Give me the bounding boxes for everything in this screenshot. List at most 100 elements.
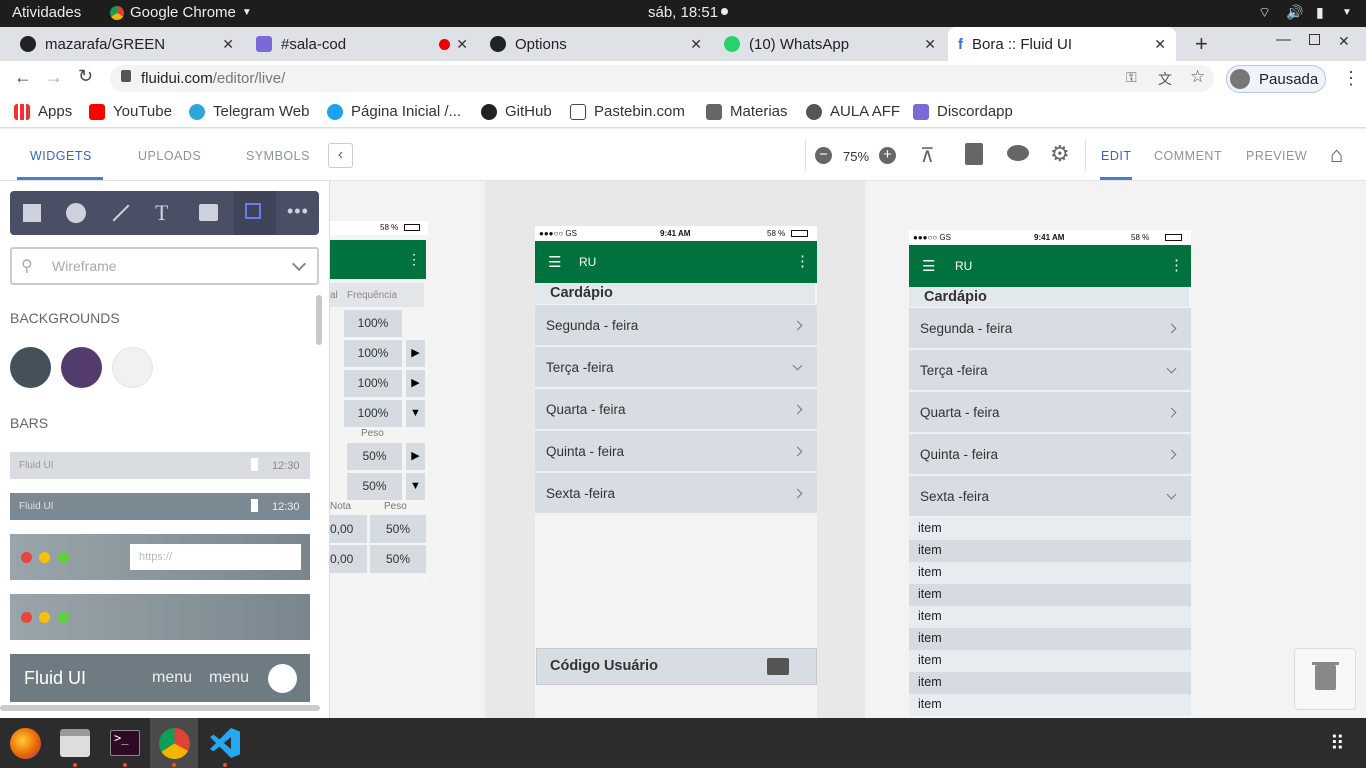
collapse-panel-button[interactable]: ‹ — [328, 143, 353, 168]
close-icon[interactable]: ✕ — [222, 36, 234, 53]
day-row-quarta[interactable]: Quarta - feira — [909, 392, 1191, 434]
tab-edit[interactable]: EDIT — [1101, 149, 1131, 163]
image-tool-icon[interactable] — [199, 204, 218, 221]
bookmark-apps[interactable]: Apps — [14, 103, 72, 120]
tab-options[interactable]: Options ✕ — [490, 27, 702, 61]
more-tools-icon[interactable]: ••• — [287, 201, 309, 222]
bar-widget-light[interactable]: Fluid UI 12:30 — [10, 452, 310, 479]
zoom-out-button[interactable]: − — [815, 147, 832, 164]
tab-sala-cod[interactable]: #sala-cod ✕ — [256, 27, 468, 61]
tab-comment[interactable]: COMMENT — [1154, 149, 1222, 163]
circle-tool-icon[interactable] — [66, 203, 86, 223]
kebab-menu-icon[interactable]: ⋮ — [407, 251, 421, 268]
firefox-icon[interactable] — [10, 728, 41, 759]
sheep-icon[interactable] — [1007, 145, 1029, 161]
hamburger-menu-icon[interactable]: ☰ — [922, 257, 935, 275]
app-menu[interactable]: Google Chrome ▼ — [110, 4, 252, 21]
tab-widgets[interactable]: WIDGETS — [30, 149, 92, 163]
battery-icon[interactable]: ▮ — [1316, 4, 1324, 21]
maximize-button[interactable] — [1309, 34, 1320, 45]
system-menu-chevron-icon[interactable]: ▼ — [1342, 7, 1352, 18]
new-tab-button[interactable]: + — [1195, 31, 1208, 57]
browser-bar-widget[interactable]: https:// — [10, 534, 310, 580]
kebab-menu-icon[interactable]: ⋮ — [1169, 256, 1184, 274]
phone-frame-left[interactable]: 58 % ⋮ al Frequência 100% 100% 100% 100%… — [330, 221, 428, 581]
tab-uploads[interactable]: UPLOADS — [138, 149, 201, 163]
day-row-sexta[interactable]: Sexta -feira — [909, 476, 1191, 518]
horizontal-scrollbar[interactable] — [0, 705, 320, 711]
list-item[interactable]: item — [909, 518, 1191, 540]
background-swatch-gray[interactable] — [10, 347, 51, 388]
zoom-in-button[interactable]: + — [879, 147, 896, 164]
close-icon[interactable]: ✕ — [690, 36, 702, 53]
nav-bar-widget[interactable]: Fluid UI menu menu — [10, 654, 310, 702]
gear-icon[interactable]: ⚙ — [1050, 141, 1070, 167]
bookmark-discord[interactable]: Discordapp — [913, 103, 1013, 120]
day-row-quinta[interactable]: Quinta - feira — [535, 431, 817, 473]
list-item[interactable]: item — [909, 606, 1191, 628]
list-item[interactable]: item — [909, 672, 1191, 694]
tab-fluid-ui[interactable]: f Bora :: Fluid UI ✕ — [948, 27, 1176, 61]
play-icon[interactable]: ▶ — [406, 370, 425, 397]
key-icon[interactable]: ⚿ — [1126, 69, 1137, 86]
list-item[interactable]: item — [909, 694, 1191, 716]
widget-library-select[interactable]: ⚲ Wireframe — [10, 247, 319, 285]
bookmark-materias[interactable]: Materias — [706, 103, 788, 120]
bookmark-youtube[interactable]: YouTube — [89, 103, 172, 120]
play-icon[interactable]: ▶ — [406, 443, 425, 470]
address-bar[interactable]: fluidui.com/editor/live/ ⚿ 文 ☆ — [110, 65, 1214, 92]
scrollbar[interactable] — [316, 295, 322, 345]
activities-button[interactable]: Atividades — [12, 4, 81, 21]
back-button[interactable]: ← — [14, 67, 32, 88]
kebab-menu-icon[interactable]: ⋮ — [1342, 68, 1360, 89]
terminal-icon[interactable]: >_ — [110, 730, 140, 756]
list-item[interactable]: item — [909, 562, 1191, 584]
tab-preview[interactable]: PREVIEW — [1246, 149, 1307, 163]
background-swatch-purple[interactable] — [61, 347, 102, 388]
clock[interactable]: sáb, 18:51 — [648, 4, 718, 21]
phone-frame-right[interactable]: ●●●○○ GS 9:41 AM 58 % ☰ RU ⋮ Cardápio Se… — [909, 230, 1191, 718]
trash-button[interactable] — [1294, 648, 1356, 710]
add-page-icon[interactable] — [965, 143, 983, 165]
bookmark-twitter[interactable]: Página Inicial /... — [327, 103, 461, 120]
list-item[interactable]: item — [909, 584, 1191, 606]
close-icon[interactable]: ✕ — [1154, 36, 1166, 53]
editor-canvas[interactable]: 58 % ⋮ al Frequência 100% 100% 100% 100%… — [330, 181, 1366, 718]
bookmark-aula-aff[interactable]: AULA AFF — [806, 103, 900, 120]
chrome-icon[interactable] — [159, 728, 190, 759]
day-row-terca[interactable]: Terça -feira — [909, 350, 1191, 392]
bookmark-github[interactable]: GitHub — [481, 103, 552, 120]
rectangle-tool-icon[interactable] — [23, 204, 41, 222]
show-apps-grid-icon[interactable]: ⠿ — [1330, 731, 1345, 756]
day-row-quinta[interactable]: Quinta - feira — [909, 434, 1191, 476]
day-row-terca[interactable]: Terça -feira — [535, 347, 817, 389]
sitemap-icon[interactable]: ⊼ — [920, 143, 935, 168]
tab-github-green[interactable]: mazarafa/GREEN ✕ — [20, 27, 234, 61]
forward-button[interactable]: → — [45, 67, 63, 88]
reload-button[interactable]: ↻ — [78, 66, 93, 87]
minimize-button[interactable]: — — [1276, 31, 1291, 48]
play-icon[interactable]: ▶ — [406, 340, 425, 367]
keyboard-icon[interactable] — [767, 658, 789, 675]
hamburger-menu-icon[interactable]: ☰ — [548, 253, 561, 271]
close-icon[interactable]: ✕ — [456, 36, 468, 53]
translate-icon[interactable]: 文 — [1158, 69, 1172, 89]
bar-widget-dark[interactable]: Fluid UI 12:30 — [10, 493, 310, 520]
list-item[interactable]: item — [909, 540, 1191, 562]
star-icon[interactable]: ☆ — [1190, 67, 1205, 87]
list-item[interactable]: item — [909, 628, 1191, 650]
dropdown-icon[interactable]: ▼ — [406, 473, 425, 500]
select-tool-button[interactable] — [234, 191, 276, 235]
day-row-quarta[interactable]: Quarta - feira — [535, 389, 817, 431]
kebab-menu-icon[interactable]: ⋮ — [795, 252, 810, 270]
bookmark-telegram[interactable]: Telegram Web — [189, 103, 309, 120]
line-tool-icon[interactable] — [112, 204, 130, 222]
window-bar-widget[interactable] — [10, 594, 310, 640]
phone-frame-middle[interactable]: ●●●○○ GS 9:41 AM 58 % ☰ RU ⋮ Cardápio Se… — [535, 226, 817, 718]
vscode-icon[interactable] — [210, 728, 240, 758]
user-code-field[interactable]: Código Usuário — [536, 648, 817, 685]
bookmark-pastebin[interactable]: Pastebin.com — [570, 103, 685, 120]
background-swatch-light[interactable] — [112, 347, 153, 388]
profile-button[interactable]: Pausada — [1226, 65, 1326, 93]
files-icon[interactable] — [60, 729, 90, 757]
